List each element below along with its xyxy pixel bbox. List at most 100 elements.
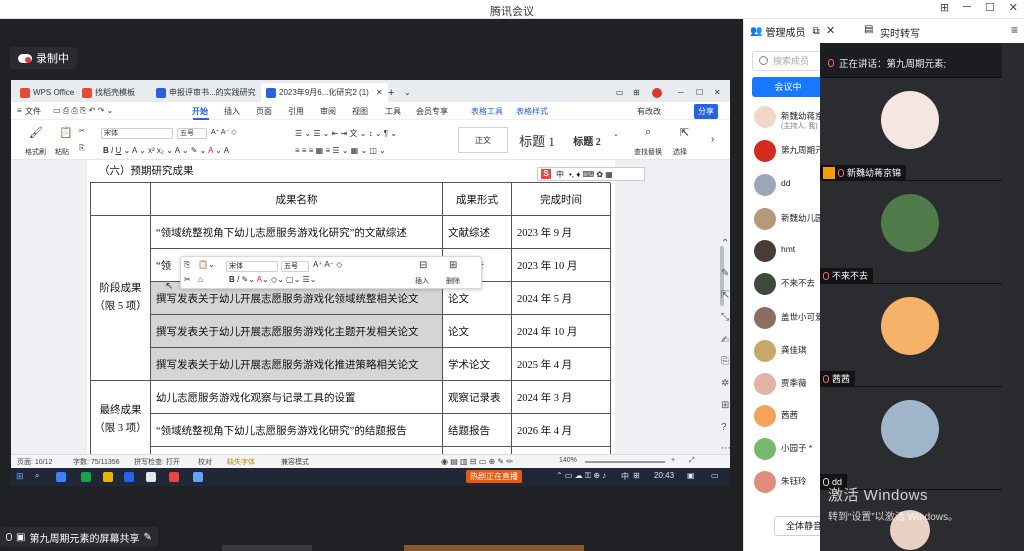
scroll-up-icon[interactable]: ⌃ xyxy=(721,238,729,249)
taskbar-clock[interactable]: 20:43 xyxy=(654,471,674,480)
ime-mode[interactable]: 中 xyxy=(556,169,564,180)
grid-icon[interactable]: ⊞ xyxy=(721,400,729,411)
zoom-in-icon[interactable]: + xyxy=(671,457,675,464)
font-size-select[interactable]: 五号 xyxy=(177,128,207,139)
table-cell-time[interactable]: 2023 年 9 月 xyxy=(512,216,611,249)
quick-access-icons[interactable]: ▭ ⎙ ⎙ ⎘ ↶ ↷ ⌄ xyxy=(53,106,113,116)
table-cell-name[interactable]: “领域统整视角下幼儿志愿服务游戏化研究”的结题报告 xyxy=(151,414,443,447)
table-cell-form[interactable]: 结题报告 xyxy=(443,414,512,447)
recording-badge[interactable]: 录制中 xyxy=(10,47,77,69)
tab-templates[interactable]: 找稻壳模板 xyxy=(77,83,140,102)
edit-icon[interactable]: ✍ xyxy=(721,335,729,346)
menu-home[interactable]: 开始 xyxy=(192,106,208,117)
status-proofread[interactable]: 校对 xyxy=(198,457,212,467)
fullscreen-icon[interactable]: ⤢ xyxy=(689,457,695,465)
ime-icons[interactable]: •, ♦ ⌨ ✿ ▦ xyxy=(569,170,613,179)
table-cell-time[interactable]: 2024 年 3 月 xyxy=(512,381,611,414)
tray-ime-icon[interactable]: ⊞ xyxy=(633,471,640,480)
share-button[interactable]: 分享 xyxy=(694,104,718,119)
ft-paste-icon[interactable]: 📋⌄ xyxy=(198,260,215,269)
format-painter-icon[interactable]: 🖌 xyxy=(29,126,43,139)
select-label[interactable]: 选择 xyxy=(673,147,687,157)
table-cell-name-selected[interactable]: 撰写发表关于幼儿开展志愿服务游戏化主题开发相关论文 xyxy=(151,315,443,348)
ft-delete-icon[interactable]: ⊞ xyxy=(449,260,457,271)
transcript-title[interactable]: 实时转写 xyxy=(880,25,920,40)
paste-icon[interactable]: 📋 xyxy=(59,126,73,139)
member-item[interactable]: 新魏幼蒋京 (主持人, 我) xyxy=(744,103,824,133)
find-replace-icon[interactable]: ⌕ xyxy=(645,126,651,139)
menu-insert[interactable]: 插入 xyxy=(224,106,240,117)
member-item[interactable]: 朱钰玲 xyxy=(744,468,821,498)
cut-icon[interactable]: ✂ xyxy=(79,127,85,135)
screen-share-footer[interactable]: ▣ 第九周期元素的屏幕共享 ✎ xyxy=(0,527,158,547)
style-heading-2[interactable]: 标题 2 xyxy=(565,127,609,153)
pen-icon[interactable]: ✎ xyxy=(721,268,729,279)
help-icon[interactable]: ? xyxy=(721,422,727,433)
copy-icon[interactable]: ⎘ xyxy=(79,145,85,153)
paste-label[interactable]: 粘贴 xyxy=(55,147,69,157)
ft-font-select[interactable]: 宋体 xyxy=(226,261,278,272)
table-cell-time[interactable]: 2024 年 5 月 xyxy=(512,282,611,315)
status-words[interactable]: 字数: 75/11356 xyxy=(73,457,120,467)
tab-list-chevron-icon[interactable]: ⌄ xyxy=(399,83,416,102)
status-spell[interactable]: 拼写检查: 打开 xyxy=(134,457,180,467)
text-format-icons[interactable]: B I U ⌄ A ⌄ x² x₂ ⌄ A ⌄ ✎ ⌄ A ⌄ A xyxy=(103,146,229,155)
taskbar-live-banner[interactable]: 热剧正在直播 xyxy=(466,470,522,483)
table-cell-name-selected[interactable]: 撰写发表关于幼儿开展志愿服务游戏化推进策略相关论文 xyxy=(151,348,443,381)
table-cell-time[interactable]: 2024 年 10 月 xyxy=(512,315,611,348)
ime-toolbar[interactable]: S 中 •, ♦ ⌨ ✿ ▦ xyxy=(537,167,645,181)
font-family-select[interactable]: 宋体 xyxy=(101,128,173,139)
more-icon[interactable]: ⋯ xyxy=(721,443,730,454)
taskbar-edge-icon[interactable] xyxy=(56,472,66,482)
table-cell-form[interactable]: 学术论文 xyxy=(443,348,512,381)
table-cell-form[interactable]: 论文 xyxy=(443,315,512,348)
grid-apps-icon[interactable]: ⊞ xyxy=(628,83,645,102)
ft-format-icon[interactable]: ⌂ xyxy=(198,275,203,284)
tab-close-icon[interactable]: ✕ xyxy=(376,88,383,97)
taskbar-app-icon[interactable] xyxy=(146,472,156,482)
zoom-slider[interactable] xyxy=(585,461,665,463)
table-cell-time[interactable]: 2026 年 4 月 xyxy=(512,414,611,447)
grow-font-icons[interactable]: A⁺ A⁻ ◇ xyxy=(211,128,237,136)
minimize-icon[interactable]: ─ xyxy=(963,1,971,14)
show-desktop-icon[interactable]: ▭ xyxy=(711,471,719,480)
member-search-input[interactable]: 搜索成员 xyxy=(752,51,824,71)
member-item[interactable]: dd xyxy=(744,171,821,201)
menu-table-style[interactable]: 表格样式 xyxy=(516,106,548,117)
member-item[interactable]: 不来不去 xyxy=(744,270,821,300)
ribbon-scroll-right-icon[interactable]: › xyxy=(711,134,714,145)
ft-text-icons[interactable]: B I ✎⌄ A⌄ ◇⌄ ▢⌄ ☰⌄ xyxy=(229,275,316,284)
wps-close-icon[interactable]: ✕ xyxy=(709,83,726,102)
edit-status[interactable]: 有改改 xyxy=(637,106,661,117)
taskbar-wps-icon[interactable] xyxy=(169,472,179,482)
taskbar-meeting-icon[interactable] xyxy=(193,472,203,482)
user-avatar-icon[interactable] xyxy=(647,83,667,102)
member-item[interactable]: hmt xyxy=(744,237,821,267)
wps-minimize-icon[interactable]: ─ xyxy=(673,83,689,102)
menu-tools[interactable]: 工具 xyxy=(385,106,401,117)
notification-icon[interactable]: ▣ xyxy=(687,471,695,480)
tab-wps-office[interactable]: WPS Office xyxy=(15,83,79,102)
member-item[interactable]: 盖世小可爱 xyxy=(744,304,824,334)
close-icon[interactable]: ✕ xyxy=(1009,1,1018,14)
video-tile[interactable]: 不来不去 xyxy=(820,180,1002,283)
video-tile[interactable]: 茜茜 xyxy=(820,283,1002,386)
style-more-icon[interactable]: ⌄ xyxy=(613,130,619,138)
format-painter-label[interactable]: 格式刷 xyxy=(25,147,46,157)
close-panel-icon[interactable]: ✕ xyxy=(826,24,835,37)
window-layout-icon[interactable]: ▭ xyxy=(611,83,629,102)
find-replace-label[interactable]: 查找替换 xyxy=(634,147,662,157)
menu-references[interactable]: 引用 xyxy=(288,106,304,117)
member-item[interactable]: 茜茜 xyxy=(744,402,821,432)
taskbar-folder-icon[interactable] xyxy=(103,472,113,482)
member-item[interactable]: 小园子 * xyxy=(744,435,821,465)
member-item[interactable]: 龚佳琪 xyxy=(744,337,821,367)
ft-grow-icons[interactable]: A⁺ A⁻ ◇ xyxy=(313,260,342,269)
ft-insert-label[interactable]: 插入 xyxy=(415,276,429,286)
menu-file[interactable]: 文件 xyxy=(25,106,41,117)
meeting-status-button[interactable]: 会议中 xyxy=(752,77,824,97)
resize-icon[interactable]: ⤡ xyxy=(721,312,729,323)
table-cell-name[interactable]: 幼儿志愿服务游戏化观察与记录工具的设置 xyxy=(151,381,443,414)
menu-page[interactable]: 页面 xyxy=(256,106,272,117)
taskbar-browser-icon[interactable] xyxy=(124,472,134,482)
